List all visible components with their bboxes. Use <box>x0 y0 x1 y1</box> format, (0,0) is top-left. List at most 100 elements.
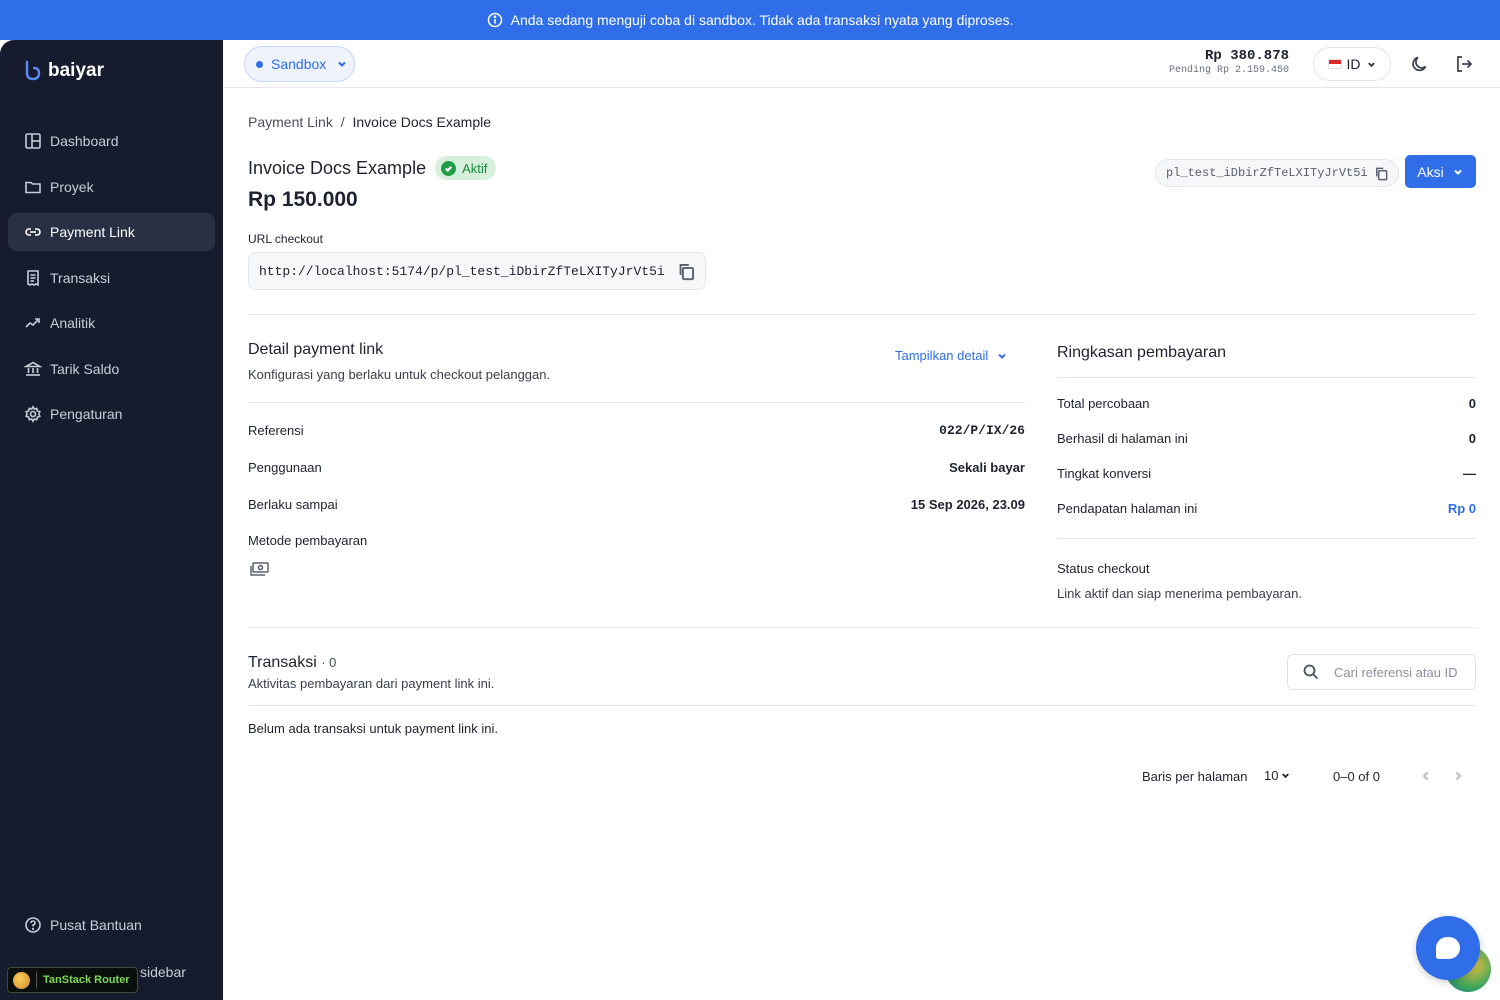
help-circle-icon <box>25 917 41 933</box>
main-content: Payment Link / Invoice Docs Example Invo… <box>223 88 1500 1000</box>
checkout-url-box[interactable]: http://localhost:5174/p/pl_test_iDbirZfT… <box>248 252 706 290</box>
action-label: Aksi <box>1417 163 1444 180</box>
conversion-rate-value: — <box>1463 466 1476 481</box>
sidebar-item-label: Proyek <box>50 178 94 195</box>
page-title: Invoice Docs Example <box>248 157 427 178</box>
reference-value: 022/P/IX/26 <box>939 423 1025 438</box>
layout-icon <box>25 133 41 149</box>
divider <box>248 705 1476 706</box>
divider <box>248 627 1476 628</box>
chat-button[interactable] <box>1416 916 1480 980</box>
sidebar-item-label: Transaksi <box>50 269 111 286</box>
chat-bubble-icon <box>1436 937 1460 959</box>
copy-icon[interactable] <box>677 262 696 281</box>
topbar: Sandbox Rp 380.878 Pending Rp 2.159.450 … <box>223 40 1500 88</box>
sidebar-item-payment-link[interactable]: Payment Link <box>8 213 215 251</box>
chevron-left-icon <box>1422 771 1429 781</box>
status-label: Aktif <box>462 160 488 176</box>
logout-button[interactable] <box>1452 52 1476 76</box>
checkout-status-text: Link aktif dan siap menerima pembayaran. <box>1057 586 1302 601</box>
checkout-status-title: Status checkout <box>1057 561 1150 576</box>
summary-row-label: Berhasil di halaman ini <box>1057 431 1188 446</box>
sidebar-item-proyek[interactable]: Proyek <box>8 168 215 206</box>
check-circle-icon <box>441 160 457 176</box>
tanstack-devtools-button[interactable]: TanStack Router <box>7 967 138 993</box>
transactions-title-text: Transaksi <box>248 654 317 671</box>
link-id: pl_test_iDbirZfTeLXITyJrVt5i <box>1166 166 1368 180</box>
baiyar-logo-icon <box>25 60 41 81</box>
sidebar: baiyar Dashboard Proyek Payment Link Tra… <box>0 40 223 1000</box>
tanstack-logo-icon <box>13 971 30 989</box>
divider <box>248 314 1476 315</box>
chevron-right-icon <box>1455 771 1462 781</box>
detail-subtitle: Konfigurasi yang berlaku untuk checkout … <box>248 367 551 382</box>
empty-state: Belum ada transaksi untuk payment link i… <box>248 721 499 736</box>
theme-toggle-button[interactable] <box>1408 52 1432 76</box>
brand-logo[interactable]: baiyar <box>24 60 104 82</box>
logout-icon <box>1457 56 1473 72</box>
checkout-url-label: URL checkout <box>248 232 323 246</box>
sidebar-item-label: Payment Link <box>50 224 135 240</box>
sidebar-item-dashboard[interactable]: Dashboard <box>8 122 215 160</box>
sidebar-item-label: Pengaturan <box>50 406 123 422</box>
language-selector[interactable]: ID <box>1313 47 1391 81</box>
detail-row-label: Penggunaan <box>248 460 322 475</box>
divider <box>1057 377 1476 378</box>
sidebar-toggle[interactable]: sidebar <box>140 964 186 980</box>
summary-row-label: Tingkat konversi <box>1057 466 1152 481</box>
environment-label: Sandbox <box>271 56 327 72</box>
usage-value: Sekali bayar <box>949 460 1025 475</box>
sidebar-item-transaksi[interactable]: Transaksi <box>8 259 215 297</box>
sidebar-item-label: Tarik Saldo <box>50 360 120 377</box>
moon-icon <box>1412 56 1427 72</box>
help-center-link[interactable]: Pusat Bantuan <box>24 916 142 934</box>
breadcrumb-separator: / <box>340 114 345 130</box>
folder-icon <box>25 181 41 193</box>
bank-icon <box>24 361 42 376</box>
show-detail-toggle[interactable]: Tampilkan detail <box>895 348 1008 363</box>
balance-display: Rp 380.878 Pending Rp 2.159.450 <box>1169 48 1289 76</box>
banner-text: Anda sedang menguji coba di sandbox. Tid… <box>510 12 1014 28</box>
previous-page-button[interactable] <box>1420 769 1436 785</box>
rows-per-page-select[interactable]: 10 <box>1264 768 1291 783</box>
action-menu-button[interactable]: Aksi <box>1405 155 1476 188</box>
status-badge: Aktif <box>435 156 497 180</box>
divider <box>248 402 1025 403</box>
sandbox-banner: Anda sedang menguji coba di sandbox. Tid… <box>0 0 1500 40</box>
link-amount: Rp 150.000 <box>248 188 358 211</box>
chevron-down-icon <box>338 61 346 67</box>
language-label: ID <box>1346 56 1361 72</box>
summary-row-label: Total percobaan <box>1057 396 1150 411</box>
sidebar-item-label: Dashboard <box>50 133 119 149</box>
chevron-down-icon <box>1282 773 1290 779</box>
next-page-button[interactable] <box>1452 769 1468 785</box>
transaction-search[interactable] <box>1287 654 1476 690</box>
receipt-icon <box>27 269 39 286</box>
search-input[interactable] <box>1334 664 1464 680</box>
breadcrumb-parent[interactable]: Payment Link <box>248 114 333 130</box>
revenue-value: Rp 0 <box>1447 501 1476 516</box>
chevron-down-icon <box>1454 169 1462 175</box>
chevron-down-icon <box>998 353 1006 359</box>
page-title-row: Invoice Docs Example Aktif <box>248 156 497 180</box>
help-label: Pusat Bantuan <box>50 917 142 933</box>
status-dot <box>256 60 263 68</box>
trend-icon <box>25 318 40 328</box>
sidebar-nav: Dashboard Proyek Payment Link Transaksi … <box>8 122 215 441</box>
summary-row-label: Pendapatan halaman ini <box>1057 501 1198 516</box>
chevron-down-icon <box>1367 61 1375 67</box>
sidebar-item-analitik[interactable]: Analitik <box>8 304 215 342</box>
pagination-range: 0–0 of 0 <box>1333 769 1380 784</box>
info-icon <box>487 12 502 28</box>
rows-per-page-label: Baris per halaman <box>1142 769 1248 784</box>
brand-name: baiyar <box>48 60 104 81</box>
link-id-copy[interactable]: pl_test_iDbirZfTeLXITyJrVt5i <box>1155 159 1399 187</box>
sidebar-item-tarik-saldo[interactable]: Tarik Saldo <box>8 350 215 388</box>
link-icon <box>25 228 41 236</box>
rows-per-page-value: 10 <box>1264 768 1279 783</box>
show-detail-label: Tampilkan detail <box>895 348 989 363</box>
transactions-count: · 0 <box>321 655 337 670</box>
tanstack-label: TanStack Router <box>43 974 130 986</box>
sidebar-item-pengaturan[interactable]: Pengaturan <box>8 395 215 433</box>
environment-selector[interactable]: Sandbox <box>244 46 355 82</box>
